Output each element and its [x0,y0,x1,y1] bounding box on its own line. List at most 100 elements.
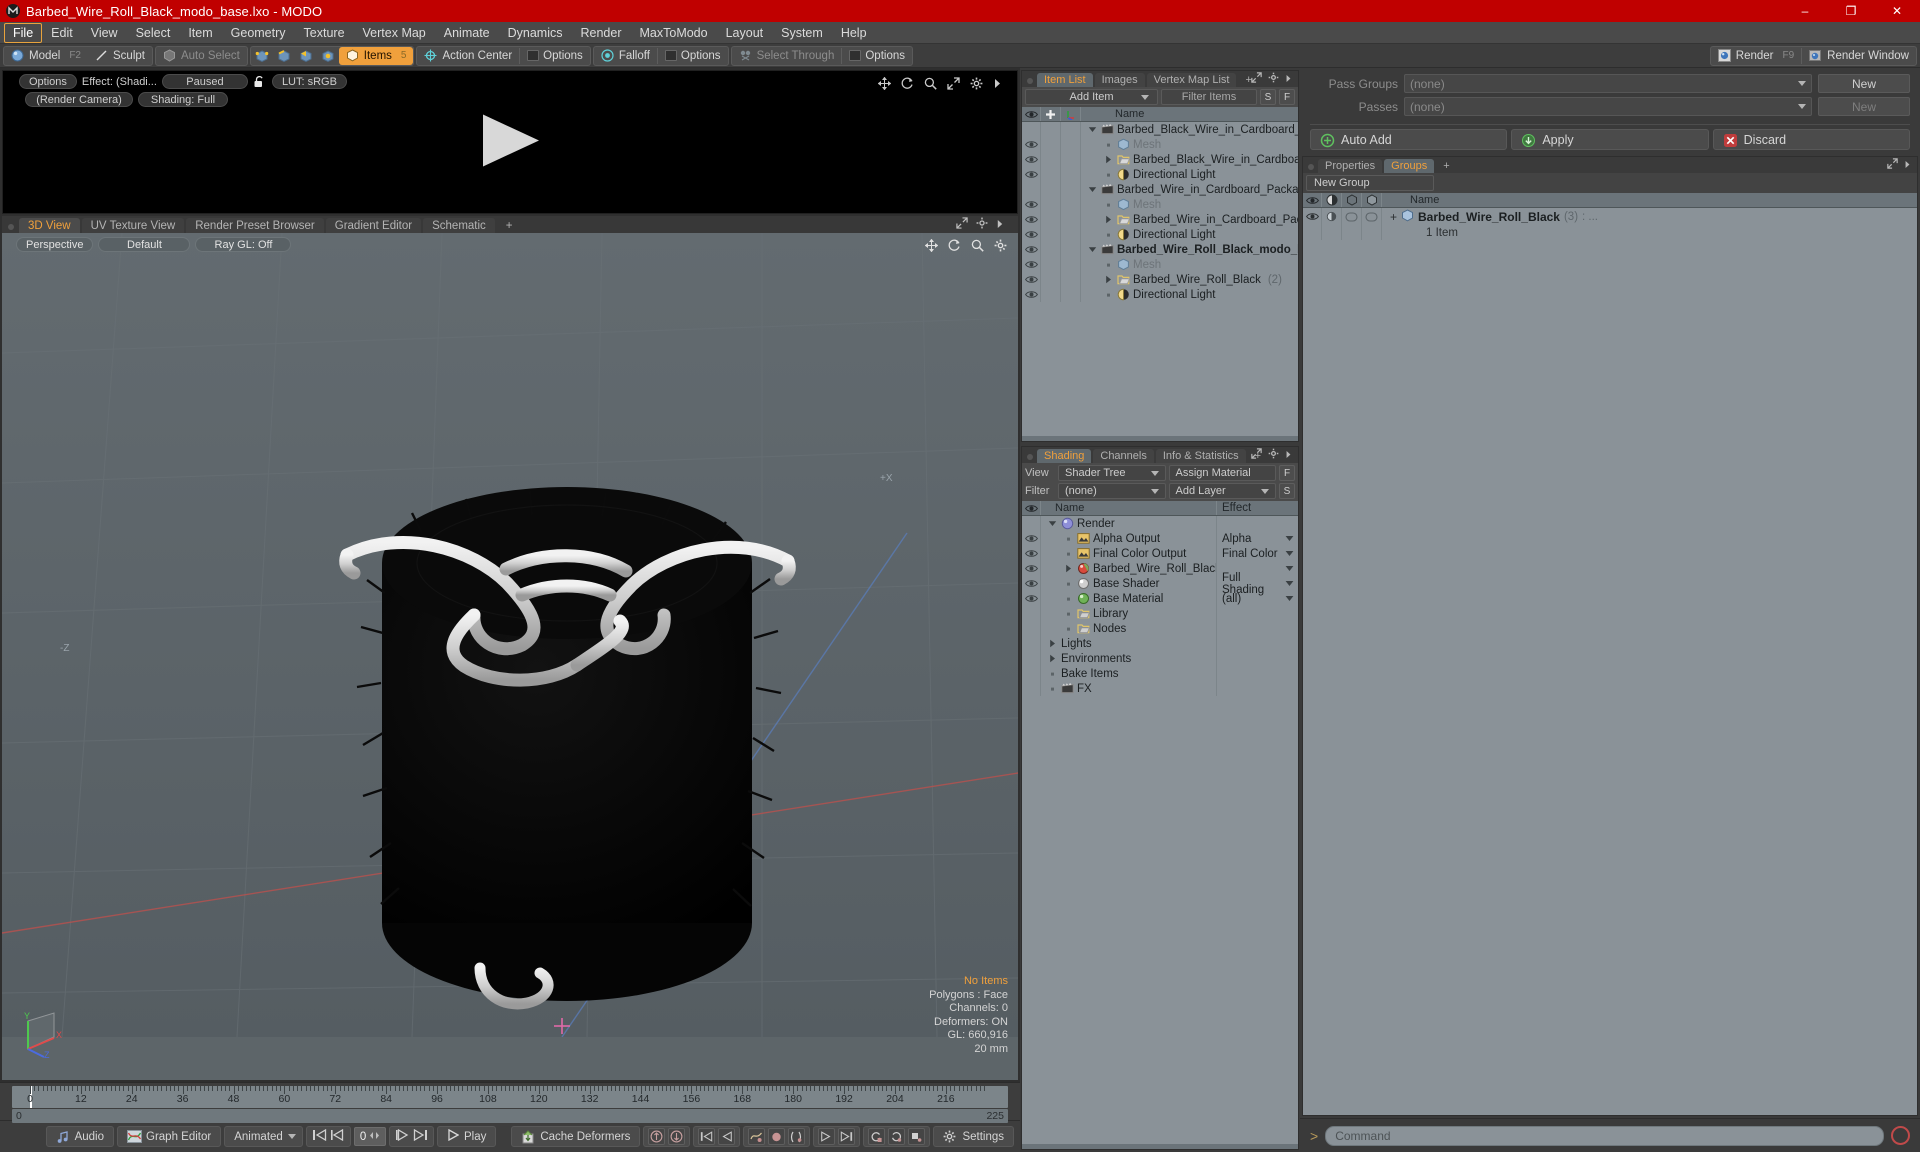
menu-item-select[interactable]: Select [127,23,180,43]
row-visibility-toggle[interactable] [1022,287,1041,302]
shading-row[interactable]: Bake Items [1022,666,1298,681]
select-through-button[interactable]: Select Through [732,47,842,65]
row-lock-cell[interactable] [1041,122,1061,137]
render-shading-button[interactable]: Shading: Full [138,92,228,107]
row-visibility-toggle[interactable] [1022,272,1041,287]
first-key-icon[interactable] [698,1128,716,1145]
render-camera-button[interactable]: (Render Camera) [25,92,133,107]
pass-groups-new-button[interactable]: New [1818,74,1910,93]
groups-rows[interactable]: + Barbed_Wire_Roll_Black (3) : ... 1 Ite… [1303,208,1917,1115]
row-transform-cell[interactable] [1061,182,1081,197]
filter-s-button[interactable]: S [1260,89,1276,105]
row-visibility-toggle[interactable] [1022,167,1041,182]
shading-row[interactable]: Base Shader Full Shading [1022,572,1298,596]
effect-cell[interactable]: Alpha [1216,531,1298,546]
row-lock-cell[interactable] [1041,182,1061,197]
render-lut-button[interactable]: LUT: sRGB [271,74,347,89]
disclosure-closed-icon[interactable] [1103,215,1114,224]
polygon-mode-button[interactable] [295,47,317,65]
row-transform-cell[interactable] [1061,242,1081,257]
row-visibility-toggle[interactable] [1022,561,1041,576]
chevron-down-icon[interactable] [1285,533,1294,545]
render-options-button[interactable]: Options [19,74,77,89]
vertex-mode-button[interactable] [251,47,273,65]
item-list-hscrollbar[interactable] [1022,436,1298,441]
viewport-raygl-button[interactable]: Ray GL: Off [195,237,292,252]
row-lock-cell[interactable] [1041,287,1061,302]
last-key-icon[interactable] [838,1128,856,1145]
passes-new-button[interactable]: New [1818,97,1910,116]
sculpt-mode-button[interactable]: Sculpt [88,47,152,65]
row-transform-cell[interactable] [1061,122,1081,137]
row-transform-cell[interactable] [1061,227,1081,242]
tab-uv-texture-view[interactable]: UV Texture View [81,218,185,233]
row-visibility-toggle[interactable] [1022,212,1041,227]
maximize-panel-icon[interactable] [1251,447,1262,462]
tab-3d-view[interactable]: 3D View [19,218,80,233]
settings-button[interactable]: Settings [933,1126,1014,1147]
tab-groups[interactable]: Groups [1384,159,1435,173]
row-visibility-toggle[interactable] [1022,531,1041,546]
row-visibility-toggle[interactable] [1022,606,1041,621]
menu-item-system[interactable]: System [772,23,832,43]
key-up-icon[interactable] [648,1128,666,1145]
viewport-perspective-button[interactable]: Perspective [16,237,94,252]
assign-material-button[interactable]: Assign Material [1168,465,1276,481]
shading-hscrollbar[interactable] [1022,1144,1298,1149]
row-lock-cell[interactable] [1041,137,1061,152]
item-list-rows[interactable]: Barbed_Black_Wire_in_Cardboard_Pack ... M… [1022,122,1298,436]
falloff-button[interactable]: Falloff [594,47,657,65]
shading-row[interactable]: FX [1022,681,1298,696]
item-list-row[interactable]: Mesh [1022,257,1298,272]
item-list-row[interactable]: Barbed_Black_Wire_in_Cardboard_Pa ... [1022,152,1298,167]
panel-handle-dot[interactable] [1027,78,1033,84]
row-visibility-toggle[interactable] [1022,152,1041,167]
row-visibility-toggle[interactable] [1022,666,1041,681]
shader-tree-dropdown[interactable]: Shader Tree [1058,465,1166,481]
menu-item-maxtomodo[interactable]: MaxToModo [631,23,717,43]
item-list-row[interactable]: Directional Light [1022,287,1298,302]
row-transform-cell[interactable] [1061,287,1081,302]
play-button[interactable]: Play [436,1126,497,1147]
item-list-row[interactable]: Barbed_Wire_Roll_Black (2) [1022,272,1298,287]
cache-deformers-button[interactable]: Cache Deformers [511,1126,641,1147]
disclosure-closed-icon[interactable] [1103,275,1114,284]
effect-cell[interactable]: Final Color [1216,546,1298,561]
row-shading-toggle[interactable] [1322,208,1342,225]
key-reload-icon[interactable] [868,1128,886,1145]
current-frame-field[interactable]: 0 [353,1127,386,1146]
zoom-icon[interactable] [971,239,985,253]
panel-handle-dot[interactable] [8,224,14,230]
pass-groups-dropdown[interactable]: (none) [1404,74,1812,93]
panel-menu-arrow-icon[interactable] [993,77,1007,91]
row-transform-cell[interactable] [1061,197,1081,212]
row-lock-cell[interactable] [1041,197,1061,212]
chevron-down-icon[interactable] [1285,548,1294,560]
new-group-button[interactable]: New Group [1306,175,1434,191]
chevron-down-icon[interactable] [1285,563,1294,575]
frame-stepper-icon[interactable] [369,1131,380,1143]
close-button[interactable]: ✕ [1874,0,1920,22]
prev-key-icon[interactable] [718,1128,736,1145]
disclosure-open-icon[interactable] [1047,519,1058,528]
shading-filter-dropdown[interactable]: (none) [1058,483,1166,499]
gear-icon[interactable] [970,77,984,91]
effect-cell[interactable] [1216,666,1298,681]
timeline-ruler[interactable]: 0 12 24 36 48 60 72 84 96 108 120 132 144 156 168 180 19… [12,1086,1008,1108]
tab-add-button[interactable]: + [1436,159,1456,173]
menu-item-geometry[interactable]: Geometry [222,23,295,43]
panel-menu-arrow-icon[interactable] [1285,71,1292,86]
gear-icon[interactable] [1268,71,1279,86]
tab-add-button[interactable]: + [497,218,522,233]
row-transform-cell[interactable] [1061,167,1081,182]
effect-cell[interactable] [1216,621,1298,636]
shading-row[interactable]: Render [1022,516,1298,531]
auto-select-button[interactable]: Auto Select [156,47,247,65]
item-list-row[interactable]: Barbed_Wire_in_Cardboard_Packagin ... [1022,212,1298,227]
key-down-icon[interactable] [668,1128,686,1145]
maximize-button[interactable]: ❐ [1828,0,1874,22]
expand-group-icon[interactable]: + [1390,210,1397,224]
row-lock-cell[interactable] [1041,242,1061,257]
item-list-row[interactable]: Directional Light [1022,167,1298,182]
menu-item-texture[interactable]: Texture [295,23,354,43]
